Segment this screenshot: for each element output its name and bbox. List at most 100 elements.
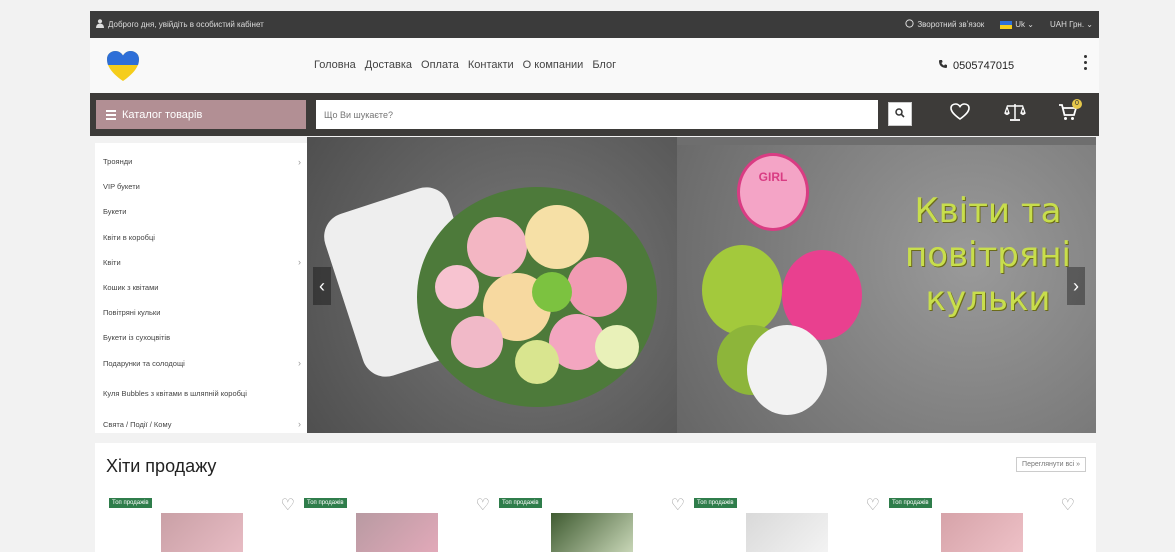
menu-icon — [106, 109, 116, 120]
sidebar-item-label: Свята / Події / Кому — [103, 419, 172, 429]
view-all-button[interactable]: Переглянути всі » — [1016, 457, 1086, 472]
sidebar-item[interactable]: Кошик з квітами — [95, 275, 307, 300]
sidebar-item-label: Повітряні кульки — [103, 308, 161, 318]
sidebar-item[interactable]: Троянди › — [95, 149, 307, 174]
sidebar-item[interactable]: Букети із сухоцвітів — [95, 325, 307, 350]
heart-icon: ♡ — [475, 497, 490, 514]
phone-link[interactable]: 0505747015 — [938, 59, 1014, 72]
more-menu-icon[interactable] — [1084, 55, 1087, 70]
header: Головна Доставка Оплата Контакти О компа… — [90, 38, 1099, 93]
sidebar-item-label: Куля Bubbles з квітами в шляпній коробці — [103, 389, 247, 399]
banner-line-1: Квіти та — [914, 191, 1062, 231]
product-image — [746, 513, 828, 552]
product-card[interactable]: Топ продажів ♡ — [109, 495, 295, 552]
callback-text: Зворотний звʼязок — [917, 20, 985, 29]
sidebar-item-label: Букети — [103, 207, 127, 217]
add-to-wishlist-button[interactable]: ♡ — [671, 495, 685, 515]
product-image — [161, 513, 243, 552]
product-image — [356, 513, 438, 552]
sidebar-item[interactable]: Куля Bubbles з квітами в шляпній коробці — [95, 376, 307, 412]
callback-link[interactable]: Зворотний звʼязок — [905, 19, 984, 30]
product-image — [941, 513, 1023, 552]
section-title: Хіти продажу — [106, 456, 217, 476]
sidebar-item-label: Квіти — [103, 257, 121, 267]
add-to-wishlist-button[interactable]: ♡ — [866, 495, 880, 515]
catalog-button[interactable]: Каталог товарів — [96, 100, 306, 129]
search-icon — [895, 105, 905, 123]
chevron-right-icon: › — [298, 419, 301, 430]
language-selector[interactable]: Uk ⌄ — [1000, 20, 1034, 29]
sidebar-item[interactable]: Букети — [95, 199, 307, 224]
nav-home[interactable]: Головна — [314, 59, 356, 71]
sidebar-item[interactable]: Квіти › — [95, 250, 307, 275]
ukraine-flag-icon — [1000, 20, 1013, 29]
white-balloon — [747, 325, 827, 415]
nav-payment[interactable]: Оплата — [421, 59, 459, 71]
search-input[interactable] — [316, 100, 878, 129]
add-to-wishlist-button[interactable]: ♡ — [476, 495, 490, 515]
product-card[interactable]: Топ продажів ♡ — [499, 495, 685, 552]
sidebar-item[interactable]: Подарунки та солодощі › — [95, 351, 307, 376]
heart-icon — [950, 103, 970, 127]
chevron-left-icon: ‹ — [319, 275, 325, 296]
sidebar-item[interactable]: VIP букети — [95, 174, 307, 199]
search-button[interactable] — [888, 102, 912, 126]
sidebar-item-label: Троянди — [103, 157, 133, 167]
bestsellers-section: Хіти продажу Переглянути всі » Топ прода… — [95, 443, 1096, 552]
sidebar-item[interactable]: Повітряні кульки — [95, 300, 307, 325]
nav-about[interactable]: О компании — [523, 59, 584, 71]
green-balloon — [702, 245, 782, 335]
bestseller-tag: Топ продажів — [694, 498, 737, 508]
user-icon — [96, 19, 104, 30]
banner-line-3: кульки — [925, 279, 1051, 320]
banner-next-button[interactable]: › — [1067, 267, 1085, 305]
chevron-right-icon: › — [1073, 275, 1079, 296]
add-to-wishlist-button[interactable]: ♡ — [281, 495, 295, 515]
sidebar-item-label: Квіти в коробці — [103, 232, 155, 242]
chevron-right-icon: › — [298, 156, 301, 167]
language-label: Uk ⌄ — [1015, 20, 1034, 29]
cart-count-badge: 0 — [1072, 99, 1082, 109]
product-card[interactable]: Топ продажів ♡ — [694, 495, 880, 552]
phone-icon — [938, 59, 948, 72]
sidebar-item-label: Кошик з квітами — [103, 283, 159, 293]
hero-banner[interactable]: GIRL Квіти та повітряні кульки ‹ › — [307, 137, 1096, 433]
bestseller-tag: Топ продажів — [304, 498, 347, 508]
heart-icon: ♡ — [865, 497, 880, 514]
bouquet-image — [417, 187, 657, 407]
heart-icon: ♡ — [1060, 497, 1075, 514]
balloon-text: GIRL — [758, 170, 788, 184]
product-card[interactable]: Топ продажів ♡ — [889, 495, 1075, 552]
phone-number: 0505747015 — [953, 59, 1015, 72]
toolbar: Каталог товарів 0 — [90, 93, 1099, 136]
login-link[interactable]: Доброго дня, увійдіть в особистий кабіне… — [96, 19, 264, 30]
nav-contacts[interactable]: Контакти — [468, 59, 514, 71]
currency-selector[interactable]: UAH Грн. ⌄ — [1050, 20, 1093, 29]
banner-prev-button[interactable]: ‹ — [313, 267, 331, 305]
callback-icon — [905, 19, 914, 30]
nav-delivery[interactable]: Доставка — [365, 59, 412, 71]
wishlist-button[interactable] — [948, 103, 972, 127]
bestseller-tag: Топ продажів — [499, 498, 542, 508]
page: Доброго дня, увійдіть в особистий кабіне… — [0, 0, 1175, 552]
category-sidebar: Троянди › VIP букети Букети Квіти в коробці К… — [95, 143, 307, 433]
chevron-right-icon: › — [298, 358, 301, 369]
cart-button[interactable]: 0 — [1056, 99, 1082, 127]
sidebar-item[interactable]: Свята / Події / Кому › — [95, 412, 307, 437]
nav-blog[interactable]: Блог — [592, 59, 616, 71]
heart-icon: ♡ — [670, 497, 685, 514]
greeting-text: Доброго дня, увійдіть в особистий кабіне… — [108, 20, 264, 29]
main-nav: Головна Доставка Оплата Контакти О компа… — [314, 59, 616, 71]
sidebar-item[interactable]: Квіти в коробці — [95, 225, 307, 250]
scales-icon — [1004, 102, 1026, 128]
chevron-right-icon: › — [298, 257, 301, 268]
girl-balloon: GIRL — [737, 153, 809, 231]
banner-heading: Квіти та повітряні кульки — [885, 189, 1091, 322]
site-logo[interactable] — [106, 50, 140, 82]
banner-flowers-image — [307, 137, 677, 433]
product-image — [551, 513, 633, 552]
compare-button[interactable] — [1003, 103, 1027, 127]
product-card[interactable]: Топ продажів ♡ — [304, 495, 490, 552]
add-to-wishlist-button[interactable]: ♡ — [1061, 495, 1075, 515]
heart-icon: ♡ — [280, 497, 295, 514]
